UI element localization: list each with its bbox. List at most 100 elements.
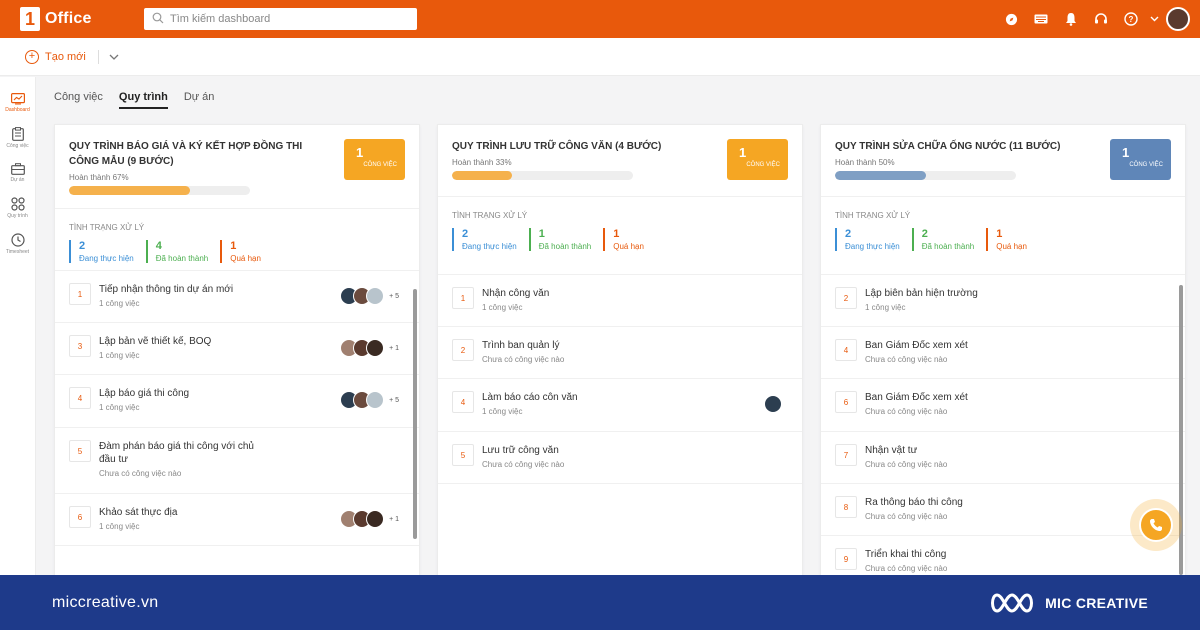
tab-workflows[interactable]: Quy trình <box>118 91 168 109</box>
headset-icon[interactable] <box>1086 0 1116 38</box>
assignee-avatars[interactable]: + 5 <box>340 287 399 305</box>
help-icon[interactable]: ? <box>1116 0 1146 38</box>
status-overdue[interactable]: 1 Quá hạn <box>603 228 644 251</box>
app-logo[interactable]: 1 Office <box>20 7 92 31</box>
task-count-label: CÔNG VIỆC <box>363 162 397 168</box>
status-label: Đang thực hiện <box>79 254 134 263</box>
workflow-step[interactable]: 4 Làm báo cáo côn văn 1 công việc <box>438 379 802 432</box>
workflow-step[interactable]: 9 Triển khai thi công Chưa có công việc n… <box>821 536 1185 575</box>
progress-fill <box>452 171 512 180</box>
step-task-count: 1 công việc <box>865 303 906 312</box>
workflow-card-header: QUY TRÌNH SỬA CHỮA ỐNG NƯỚC (11 BƯỚC) Ho… <box>821 125 1185 197</box>
status-in-progress[interactable]: 2 Đang thực hiện <box>835 228 900 251</box>
status-in-progress[interactable]: 2 Đang thực hiện <box>452 228 517 251</box>
assignee-avatar[interactable] <box>366 287 385 305</box>
step-name: Lập báo giá thi công <box>99 388 190 399</box>
clock-icon <box>10 233 25 247</box>
sidebar-item-timesheet[interactable]: Timesheet <box>0 233 35 255</box>
step-task-count: Chưa có công việc nào <box>865 407 948 416</box>
sidebar-item-dashboard[interactable]: Dashboard <box>0 93 35 113</box>
status-done[interactable]: 2 Đã hoàn thành <box>911 228 974 251</box>
status-label: Quá hạn <box>996 242 1027 251</box>
workflow-title[interactable]: QUY TRÌNH SỬA CHỮA ỐNG NƯỚC (11 BƯỚC) <box>835 139 1080 154</box>
status-overdue[interactable]: 1 Quá hạn <box>220 240 261 263</box>
step-name: Làm báo cáo côn văn <box>482 392 578 403</box>
workflow-step[interactable]: 2 Trình ban quản lý Chưa có công việc nào <box>438 327 802 379</box>
assignee-avatars[interactable] <box>764 395 782 413</box>
logo-mark: 1 <box>20 7 40 31</box>
call-button[interactable] <box>1130 499 1182 551</box>
status-overdue[interactable]: 1 Quá hạn <box>986 228 1027 251</box>
keyboard-icon[interactable] <box>1026 0 1056 38</box>
sidebar-item-label: Quy trình <box>7 213 28 219</box>
tab-tasks[interactable]: Công việc <box>54 91 103 109</box>
sidebar-item-tasks[interactable]: Công việc <box>0 127 35 149</box>
step-name: Trình ban quản lý <box>482 340 560 351</box>
step-number: 6 <box>835 391 857 413</box>
workflow-step[interactable]: 4 Lập báo giá thi công 1 công việc + 5 <box>55 375 419 428</box>
assignee-avatar[interactable] <box>366 339 385 357</box>
workflow-step[interactable]: 4 Ban Giám Đốc xem xét Chưa có công việc … <box>821 327 1185 379</box>
sidebar-item-label: Công việc <box>6 143 29 149</box>
status-value: 4 <box>155 240 162 252</box>
workflow-step[interactable]: 2 Lập biên bản hiện trường 1 công việc <box>821 275 1185 327</box>
assignee-avatar[interactable] <box>764 395 782 413</box>
workflow-title[interactable]: QUY TRÌNH LƯU TRỮ CÔNG VĂN (4 BƯỚC) <box>452 139 697 154</box>
search-box[interactable] <box>144 8 417 30</box>
search-input[interactable] <box>170 13 410 25</box>
workflow-step[interactable]: 3 Lập bản vẽ thiết kế, BOQ 1 công việc + … <box>55 323 419 375</box>
status-done[interactable]: 4 Đã hoàn thành <box>145 240 208 263</box>
step-task-count: Chưa có công việc nào <box>865 512 948 521</box>
step-name: Lập biên bản hiện trường <box>865 288 978 299</box>
step-name: Lưu trữ công văn <box>482 445 559 456</box>
step-number: 3 <box>69 335 91 357</box>
sidebar-item-projects[interactable]: Dự án <box>0 163 35 183</box>
step-number: 6 <box>69 506 91 528</box>
step-name: Triển khai thi công <box>865 549 947 560</box>
workflow-step[interactable]: 6 Khảo sát thực địa 1 công việc + 1 <box>55 494 419 546</box>
more-assignees: + 1 <box>389 344 399 352</box>
logo-text: Office <box>45 10 92 27</box>
chevron-down-icon[interactable] <box>109 51 119 63</box>
chevron-down-icon[interactable] <box>1146 0 1162 38</box>
task-count-badge[interactable]: 1 CÔNG VIỆC <box>727 139 788 180</box>
task-count-badge[interactable]: 1 CÔNG VIỆC <box>344 139 405 180</box>
progress-bar <box>452 171 633 180</box>
workflow-step[interactable]: 1 Tiếp nhận thông tin dự án mới 1 công vi… <box>55 271 419 323</box>
step-task-count: Chưa có công việc nào <box>865 460 948 469</box>
status-in-progress[interactable]: 2 Đang thực hiện <box>69 240 134 263</box>
task-count-label: CÔNG VIỆC <box>1129 162 1163 168</box>
status-value: 1 <box>230 240 237 252</box>
task-count-badge[interactable]: 1 CÔNG VIỆC <box>1110 139 1171 180</box>
assignee-avatars[interactable]: + 1 <box>340 510 399 528</box>
step-number: 8 <box>835 496 857 518</box>
bell-icon[interactable] <box>1056 0 1086 38</box>
workflow-card-header: QUY TRÌNH BÁO GIÁ VÀ KÝ KẾT HỢP ĐỒNG THI… <box>55 125 419 209</box>
progress-bar <box>69 186 250 195</box>
divider <box>97 49 99 64</box>
assignee-avatar[interactable] <box>366 510 385 528</box>
footer-url[interactable]: miccreative.vn <box>52 594 158 612</box>
workflow-step[interactable]: 1 Nhận công văn 1 công việc <box>438 275 802 327</box>
sidebar-item-workflows[interactable]: Quy trình <box>0 197 35 219</box>
workflow-step[interactable]: 5 Lưu trữ công văn Chưa có công việc nào <box>438 432 802 484</box>
scrollbar[interactable] <box>413 289 417 539</box>
compass-icon[interactable] <box>996 0 1026 38</box>
workflow-card: QUY TRÌNH BÁO GIÁ VÀ KÝ KẾT HỢP ĐỒNG THI… <box>54 124 420 576</box>
workflow-step[interactable]: 5 Đàm phán báo giá thi công với chủ đầu … <box>55 428 419 494</box>
workflow-card: QUY TRÌNH LƯU TRỮ CÔNG VĂN (4 BƯỚC) Hoàn… <box>437 124 803 576</box>
status-done[interactable]: 1 Đã hoàn thành <box>528 228 591 251</box>
footer-brand-name: MIC CREATIVE <box>1045 594 1148 611</box>
assignee-avatars[interactable]: + 5 <box>340 391 399 409</box>
workflow-step[interactable]: 7 Nhận vật tư Chưa có công việc nào <box>821 432 1185 484</box>
user-avatar[interactable] <box>1166 7 1190 31</box>
svg-text:?: ? <box>1129 15 1134 24</box>
tab-projects[interactable]: Dự án <box>184 91 215 109</box>
create-new-button[interactable]: + Tạo mới <box>25 49 86 64</box>
assignee-avatars[interactable]: + 1 <box>340 339 399 357</box>
workflow-title[interactable]: QUY TRÌNH BÁO GIÁ VÀ KÝ KẾT HỢP ĐỒNG THI… <box>69 139 314 169</box>
step-number: 4 <box>835 339 857 361</box>
step-name: Ban Giám Đốc xem xét <box>865 392 968 403</box>
workflow-step[interactable]: 6 Ban Giám Đốc xem xét Chưa có công việc … <box>821 379 1185 432</box>
assignee-avatar[interactable] <box>366 391 385 409</box>
